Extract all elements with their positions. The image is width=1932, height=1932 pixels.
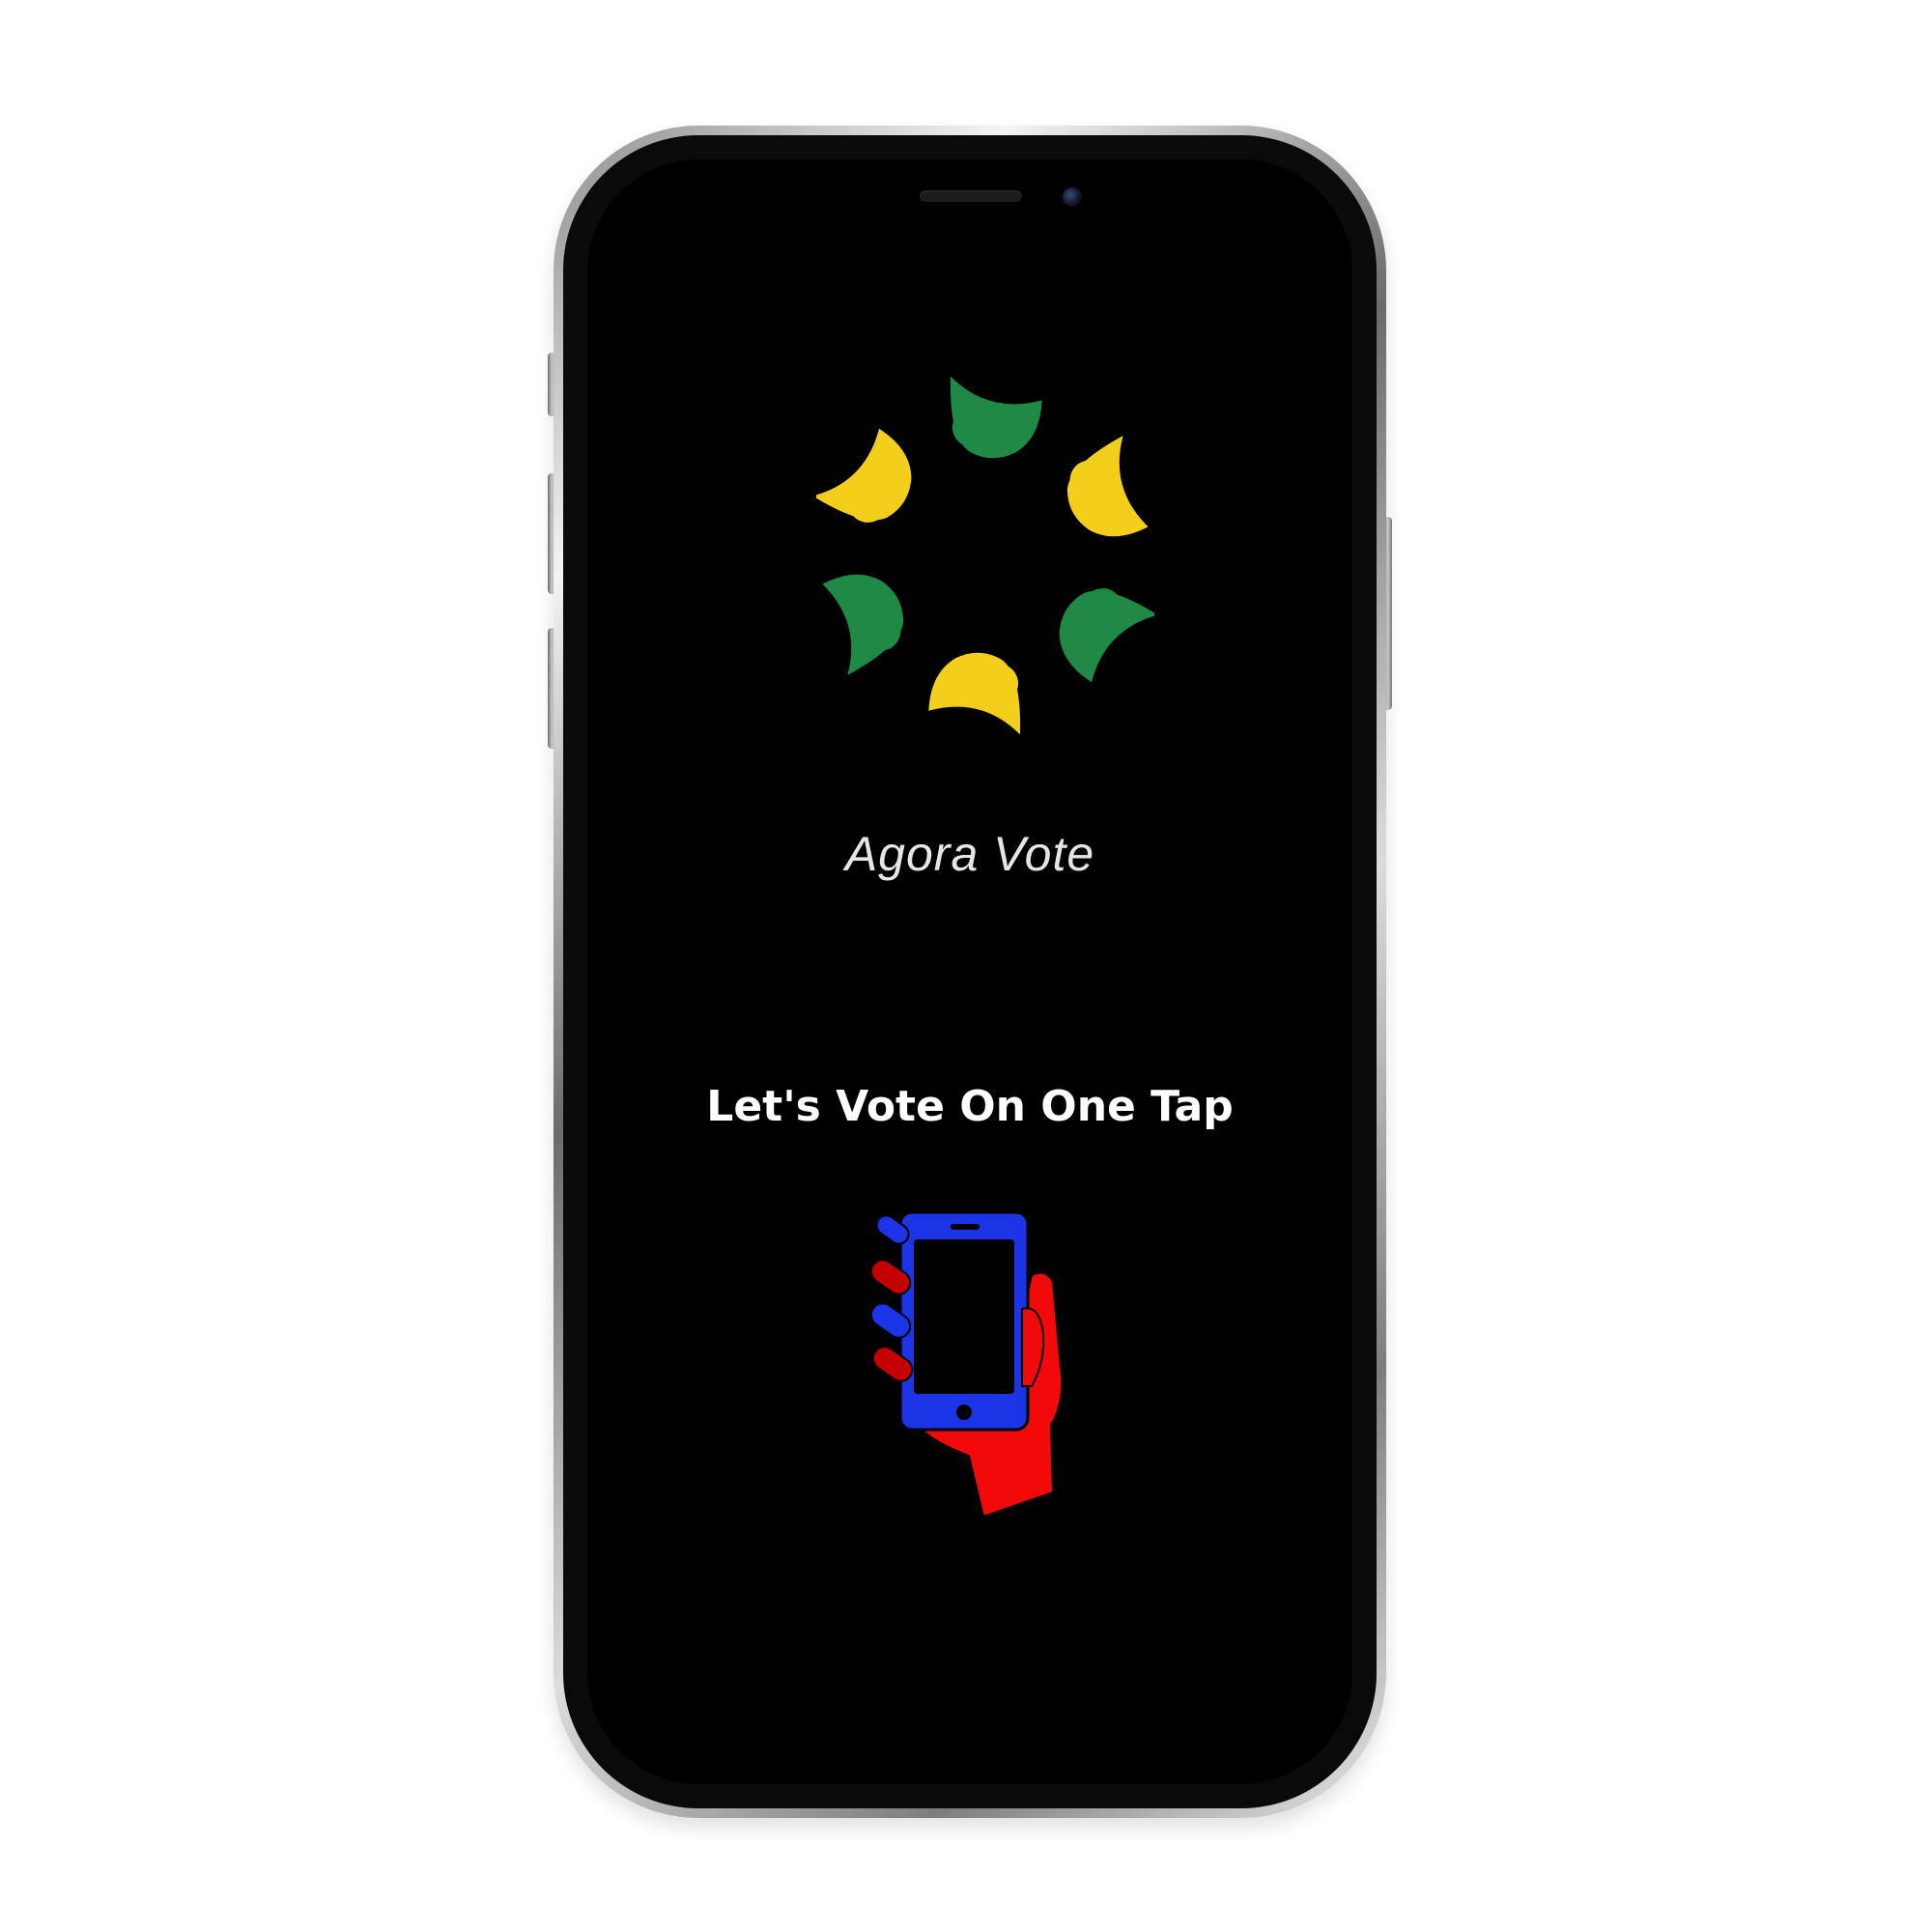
hand-holding-phone-icon (867, 1203, 1085, 1526)
earpiece-speaker (920, 190, 1022, 202)
phone-frame: Agora Vote Let's Vote On One Tap (554, 126, 1386, 1818)
app-title: Agora Vote (844, 827, 1095, 881)
phone-body: Agora Vote Let's Vote On One Tap (563, 135, 1377, 1808)
people-circle-logo-icon (816, 377, 1154, 734)
splash-screen: Agora Vote Let's Vote On One Tap (587, 159, 1352, 1784)
device-mockup: Agora Vote Let's Vote On One Tap (0, 0, 1932, 1932)
tagline: Let's Vote On One Tap (706, 1082, 1234, 1131)
front-camera-icon (1063, 187, 1082, 207)
